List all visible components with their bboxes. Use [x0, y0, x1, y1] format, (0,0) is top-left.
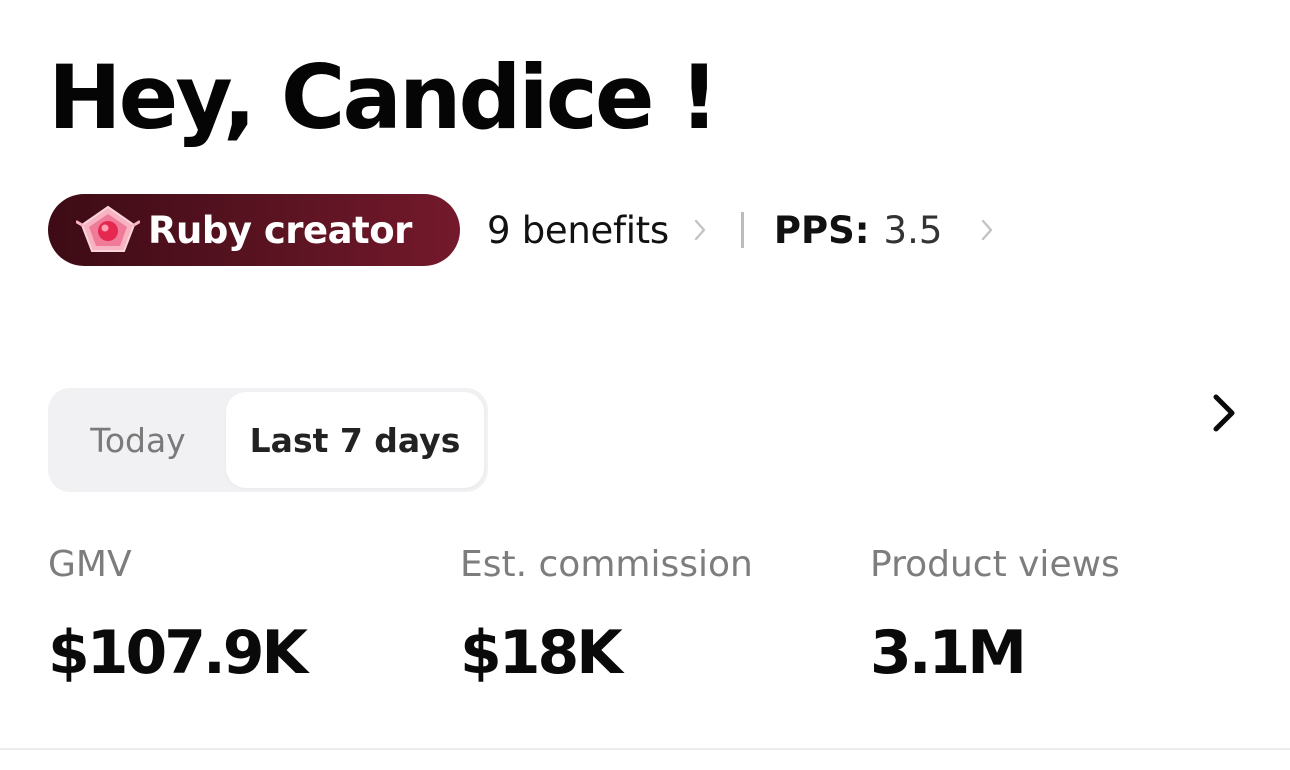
metric-product-views[interactable]: Product views 3.1M: [870, 540, 1120, 688]
metric-value: 3.1M: [870, 618, 1027, 688]
period-option-today[interactable]: Today: [52, 392, 224, 488]
pps-label: PPS:: [773, 208, 870, 252]
metric-label: GMV: [48, 544, 132, 585]
metric-est-commission[interactable]: Est. commission $18K: [460, 540, 753, 688]
creator-info-row: Ruby creator 9 benefits PPS: 3.5: [48, 194, 994, 266]
pps-value: 3.5: [883, 208, 943, 252]
ruby-creator-badge[interactable]: Ruby creator: [48, 194, 460, 266]
metric-gmv[interactable]: GMV $107.9K: [48, 540, 308, 688]
metric-label: Est. commission: [460, 544, 753, 585]
chevron-right-icon: [980, 218, 994, 242]
metric-label: Product views: [870, 544, 1120, 585]
pps-link[interactable]: PPS: 3.5: [774, 209, 995, 252]
chevron-right-icon: [693, 218, 707, 242]
divider: [0, 748, 1290, 750]
tier-label: Ruby creator: [148, 208, 412, 252]
chevron-right-icon[interactable]: [1204, 390, 1244, 438]
metric-value: $107.9K: [48, 618, 308, 688]
benefits-link[interactable]: 9 benefits: [487, 209, 707, 252]
ruby-gem-icon: [75, 205, 141, 255]
period-toggle: Today Last 7 days: [48, 388, 488, 492]
period-option-last-7-days[interactable]: Last 7 days: [226, 392, 484, 488]
divider: [740, 212, 744, 248]
greeting-title: Hey, Candice !: [48, 46, 719, 149]
benefits-label: 9 benefits: [487, 208, 669, 252]
metric-value: $18K: [460, 618, 623, 688]
